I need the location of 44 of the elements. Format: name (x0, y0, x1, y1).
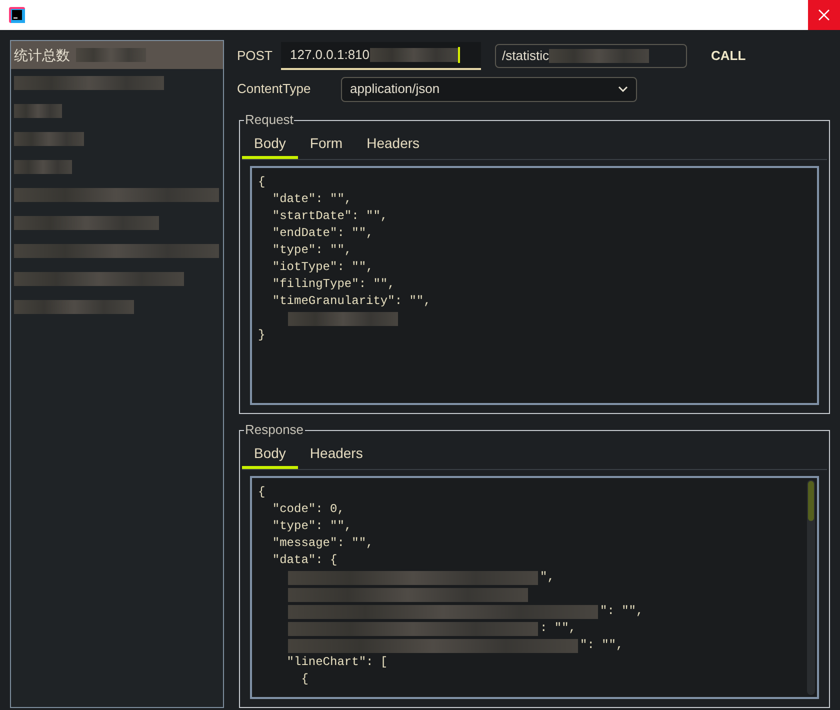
tab[interactable]: Headers (298, 441, 375, 469)
content-type-select[interactable]: application/json (341, 76, 637, 102)
code-line: "lineChart": [ (286, 654, 388, 671)
host-field[interactable]: 127.0.0.1:810 (281, 42, 481, 70)
content-type-label: ContentType (237, 80, 312, 98)
code-line: "code": 0, (271, 501, 344, 518)
code-line: { (258, 484, 266, 501)
host-value: 127.0.0.1:810 (290, 46, 370, 64)
code-line: "data": { (271, 552, 338, 569)
scrollbar[interactable] (807, 480, 815, 695)
code-line: "type": "", (271, 242, 352, 259)
sidebar-item-label: 统计总数 (14, 46, 70, 64)
sidebar-item[interactable]: 统计总数 (11, 41, 223, 69)
code-line: "timeGranularity": "", (271, 293, 431, 310)
path-field[interactable]: /statistic (495, 44, 687, 68)
code-line: : "", (540, 620, 576, 637)
method-label: POST (237, 47, 274, 66)
code-line: ", (540, 569, 554, 586)
code-line: ": "", (600, 603, 644, 620)
code-line: "iotType": "", (271, 259, 374, 276)
code-editor[interactable]: { "date": "", "startDate": "", "endDate": "", "type": "", "iotType": "", "filingType": "", "timeGranularity": "", } (250, 166, 819, 405)
path-value: /statistic (502, 47, 549, 66)
code-line: ": "", (580, 637, 624, 654)
close-button[interactable] (808, 0, 840, 30)
group-title: Response (244, 422, 305, 438)
chevron-down-icon (618, 86, 628, 92)
tab[interactable]: Body (242, 131, 298, 159)
tab[interactable]: Headers (354, 131, 432, 159)
tab[interactable]: Form (298, 131, 355, 159)
code-line: { (258, 174, 266, 191)
code-editor[interactable]: { "code": 0, "type": "", "message": "", "data": { ", ": "", : "", ": "", "lineChart": [ { (250, 476, 819, 699)
code-line: "date": "", (271, 191, 352, 208)
code-line: "endDate": "", (271, 225, 374, 242)
app-logo-icon (9, 7, 25, 23)
code-line: "type": "", (271, 518, 352, 535)
code-line: "filingType": "", (271, 276, 395, 293)
close-icon (818, 9, 830, 21)
tab[interactable]: Body (242, 441, 298, 469)
call-button[interactable]: CALL (711, 46, 746, 66)
code-line: } (258, 327, 266, 344)
code-line: "startDate": "", (271, 208, 388, 225)
group-title: Request (244, 112, 294, 128)
code-line: { (300, 671, 308, 688)
code-line: "message": "", (271, 535, 374, 552)
